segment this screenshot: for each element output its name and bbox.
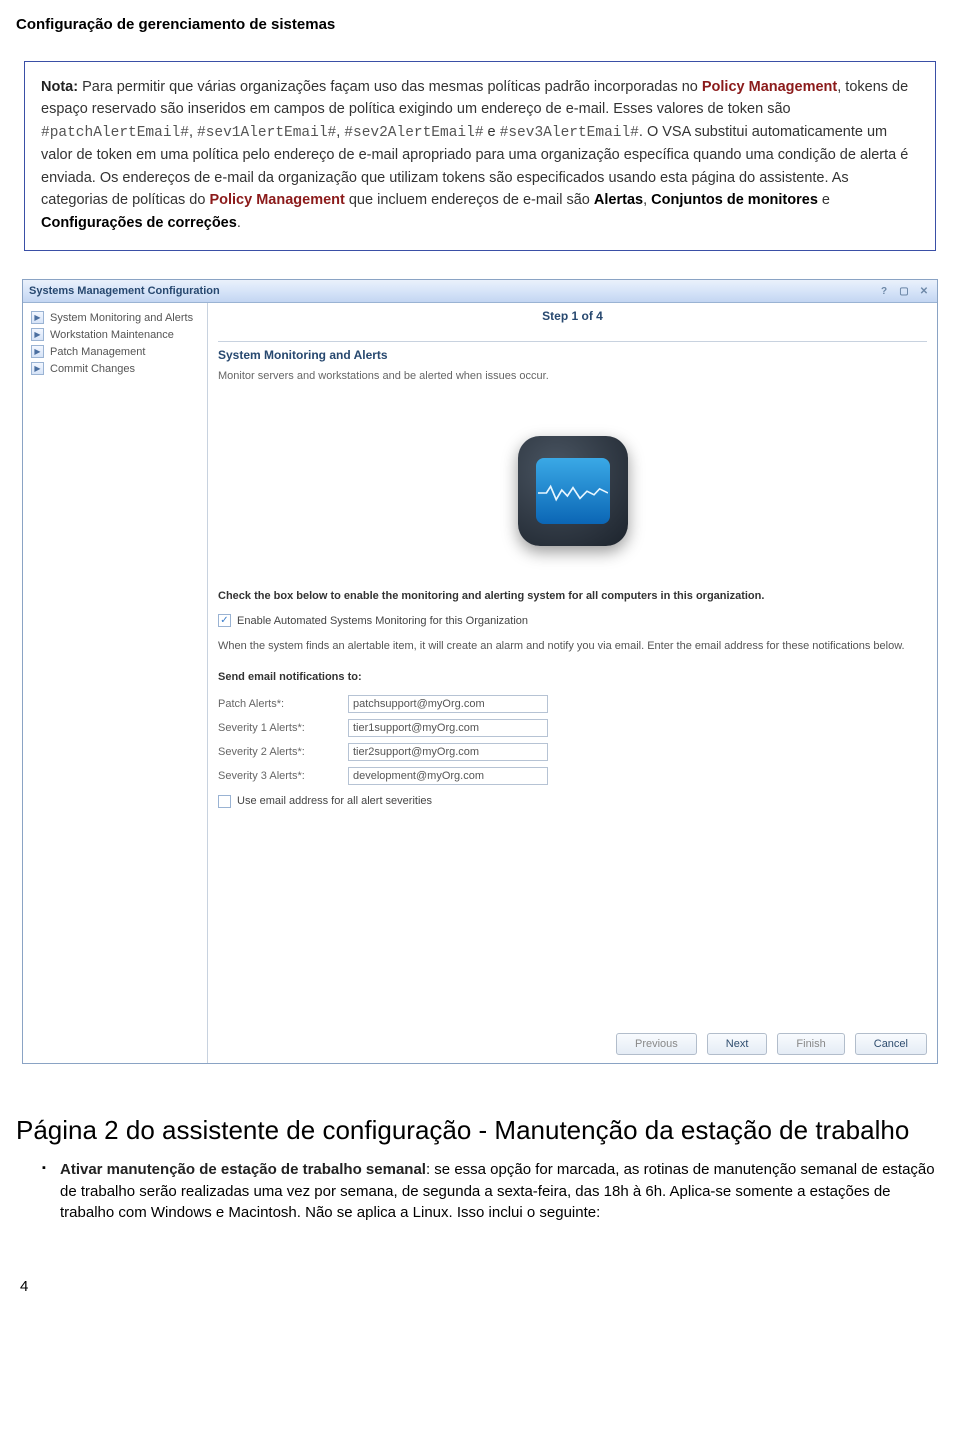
wizard-step-indicator: Step 1 of 4	[218, 309, 927, 323]
enable-monitoring-label: Enable Automated Systems Monitoring for …	[237, 615, 528, 627]
sidebar-item-commit[interactable]: ▶ Commit Changes	[27, 360, 203, 377]
step-icon: ▶	[31, 311, 44, 324]
monitoring-big-icon	[518, 436, 628, 546]
note-text-4: que incluem endereços de e-mail são	[345, 192, 594, 208]
finish-button[interactable]: Finish	[777, 1033, 844, 1055]
token-sev2: #sev2AlertEmail#	[344, 125, 483, 141]
step-icon: ▶	[31, 345, 44, 358]
page-number: 4	[0, 1248, 960, 1305]
policy-management-ref-2: Policy Management	[209, 192, 344, 208]
email-label-sev2: Severity 2 Alerts*:	[218, 746, 338, 758]
wizard-section-title: System Monitoring and Alerts	[218, 341, 927, 362]
wizard-description: Monitor servers and workstations and be …	[218, 370, 927, 382]
send-notifications-head: Send email notifications to:	[218, 671, 927, 683]
email-label-patch: Patch Alerts*:	[218, 698, 338, 710]
use-all-severities-checkbox[interactable]	[218, 795, 231, 808]
category-config-correcoes: Configurações de correções	[41, 215, 237, 231]
sidebar-label: System Monitoring and Alerts	[50, 312, 193, 324]
wizard-sidebar: ▶ System Monitoring and Alerts ▶ Worksta…	[23, 303, 208, 1063]
email-row-patch: Patch Alerts*:	[218, 695, 927, 713]
wizard-footer: Previous Next Finish Cancel	[616, 1033, 927, 1055]
sidebar-label: Patch Management	[50, 346, 145, 358]
sep3: ,	[643, 192, 651, 208]
policy-management-ref-1: Policy Management	[702, 79, 837, 95]
email-input-sev2[interactable]	[348, 743, 548, 761]
wizard-main: Step 1 of 4 System Monitoring and Alerts…	[208, 303, 937, 1063]
token-sev1: #sev1AlertEmail#	[197, 125, 336, 141]
email-input-patch[interactable]	[348, 695, 548, 713]
category-alertas: Alertas	[594, 192, 643, 208]
sep1: ,	[189, 124, 197, 140]
step-icon: ▶	[31, 362, 44, 375]
bullet-label: Ativar manutenção de estação de trabalho…	[60, 1161, 426, 1178]
email-row-sev1: Severity 1 Alerts*:	[218, 719, 927, 737]
sidebar-item-workstation[interactable]: ▶ Workstation Maintenance	[27, 326, 203, 343]
use-all-severities-label: Use email address for all alert severiti…	[237, 795, 432, 807]
page-header: Configuração de gerenciamento de sistema…	[16, 16, 944, 33]
token-patch: #patchAlertEmail#	[41, 125, 189, 141]
sidebar-label: Commit Changes	[50, 363, 135, 375]
email-input-sev3[interactable]	[348, 767, 548, 785]
wizard-subhead: Check the box below to enable the monito…	[218, 590, 927, 602]
step-icon: ▶	[31, 328, 44, 341]
token-sev3: #sev3AlertEmail#	[500, 125, 639, 141]
close-icon[interactable]: ✕	[917, 284, 931, 298]
email-input-sev1[interactable]	[348, 719, 548, 737]
word-e-1: e	[484, 124, 500, 140]
wizard-notify-text: When the system finds an alertable item,…	[218, 639, 927, 654]
wizard-title: Systems Management Configuration	[29, 285, 220, 297]
sidebar-item-patch[interactable]: ▶ Patch Management	[27, 343, 203, 360]
note-box: Nota: Para permitir que várias organizaç…	[24, 61, 936, 251]
cancel-button[interactable]: Cancel	[855, 1033, 927, 1055]
email-label-sev1: Severity 1 Alerts*:	[218, 722, 338, 734]
wizard-dialog: Systems Management Configuration ? ▢ ✕ ▶…	[22, 279, 938, 1064]
section-2-title: Página 2 do assistente de configuração -…	[16, 1114, 944, 1147]
bullet-enable-workstation-maintenance: Ativar manutenção de estação de trabalho…	[16, 1159, 944, 1224]
email-row-sev3: Severity 3 Alerts*:	[218, 767, 927, 785]
email-row-sev2: Severity 2 Alerts*:	[218, 743, 927, 761]
wizard-titlebar: Systems Management Configuration ? ▢ ✕	[23, 280, 937, 303]
enable-monitoring-checkbox[interactable]: ✓	[218, 614, 231, 627]
note-label: Nota:	[41, 79, 78, 95]
help-icon[interactable]: ?	[877, 284, 891, 298]
maximize-icon[interactable]: ▢	[897, 284, 911, 298]
word-e-2: e	[818, 192, 830, 208]
email-label-sev3: Severity 3 Alerts*:	[218, 770, 338, 782]
previous-button[interactable]: Previous	[616, 1033, 697, 1055]
note-dot: .	[237, 215, 241, 231]
note-text-1: Para permitir que várias organizações fa…	[78, 79, 702, 95]
category-conjuntos: Conjuntos de monitores	[651, 192, 818, 208]
next-button[interactable]: Next	[707, 1033, 768, 1055]
sidebar-label: Workstation Maintenance	[50, 329, 174, 341]
sidebar-item-monitoring[interactable]: ▶ System Monitoring and Alerts	[27, 309, 203, 326]
